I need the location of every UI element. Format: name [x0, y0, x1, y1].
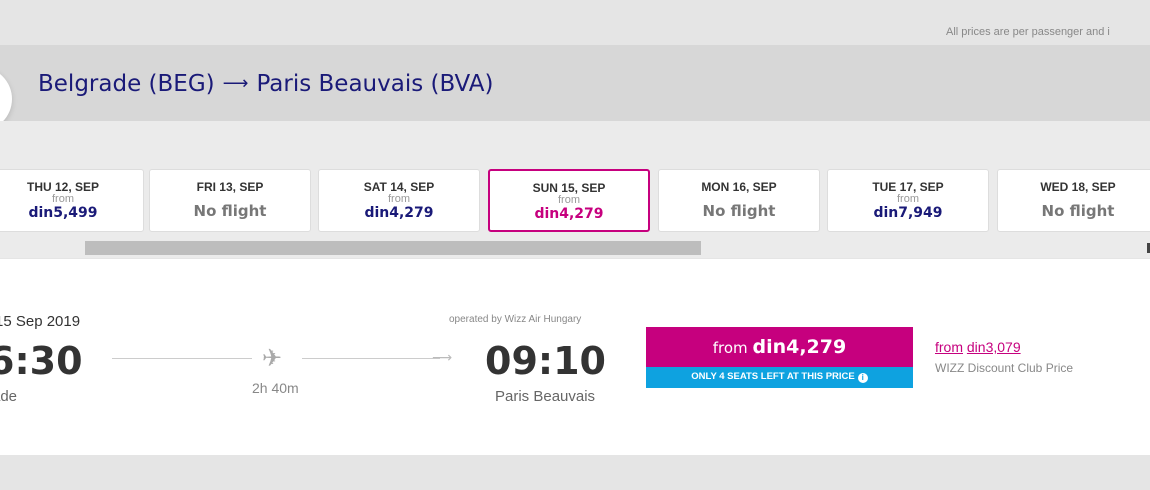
date-scrollbar[interactable] — [0, 241, 1150, 255]
route-arrow-icon: ⟶ — [222, 73, 249, 94]
route-line — [302, 358, 440, 359]
date-card-sun-15-selected[interactable]: SUN 15, SEP from din4,279 — [488, 169, 650, 232]
no-flight-label: No flight — [1041, 202, 1115, 220]
date-card-fri-13[interactable]: FRI 13, SEP No flight — [149, 169, 311, 232]
departure-time: 6:30 — [0, 339, 83, 383]
date-card-day: TUE 17, SEP — [872, 180, 944, 194]
date-card-tue-17[interactable]: TUE 17, SEP from din7,949 — [827, 169, 989, 232]
date-card-from: from — [388, 193, 410, 205]
route-title: Belgrade (BEG) ⟶ Paris Beauvais (BVA) — [38, 71, 494, 97]
club-price: din3,079 — [966, 339, 1021, 355]
date-card-from: from — [558, 194, 580, 206]
arrow-right-icon: ⟶ — [432, 350, 453, 366]
fare-price: din4,279 — [752, 336, 847, 358]
arrival-city: Paris Beauvais — [495, 388, 596, 405]
date-card-wed-18[interactable]: WED 18, SEP No flight — [997, 169, 1150, 232]
date-card-price: din7,949 — [873, 205, 943, 221]
date-card-day: THU 12, SEP — [26, 180, 100, 194]
flight-duration: 2h 40m — [252, 380, 299, 396]
route-header: Belgrade (BEG) ⟶ Paris Beauvais (BVA) — [0, 45, 1150, 131]
select-fare-button[interactable]: from din4,279 ONLY 4 SEATS LEFT AT THIS … — [646, 327, 913, 388]
departure-city: ade — [0, 388, 18, 405]
date-card-day: SUN 15, SEP — [532, 181, 606, 195]
club-from-label: from — [935, 339, 963, 355]
flight-result-card: 15 Sep 2019 6:30 ade ✈ ⟶ 2h 40m operated… — [0, 259, 1150, 455]
date-card-from: from — [897, 193, 919, 205]
no-flight-label: No flight — [193, 202, 267, 220]
date-card-mon-16[interactable]: MON 16, SEP No flight — [658, 169, 820, 232]
fare-from-label: from — [712, 339, 748, 357]
seats-left-notice: ONLY 4 SEATS LEFT AT THIS PRICE i — [646, 367, 913, 388]
origin-label: Belgrade (BEG) — [38, 71, 215, 97]
destination-label: Paris Beauvais (BVA) — [256, 71, 494, 97]
plane-icon: ✈ — [262, 344, 283, 372]
fare-price-area: from din4,279 — [646, 327, 913, 367]
operated-by: operated by Wizz Air Hungary — [449, 314, 582, 325]
date-card-price: din4,279 — [364, 205, 434, 221]
date-card-day: SAT 14, SEP — [363, 180, 435, 194]
date-selector: THU 12, SEP from din5,499 FRI 13, SEP No… — [0, 121, 1150, 258]
flight-date: 15 Sep 2019 — [0, 313, 81, 330]
date-card-day: WED 18, SEP — [1040, 180, 1116, 194]
price-disclaimer: All prices are per passenger and i — [946, 26, 1110, 38]
date-card-day: FRI 13, SEP — [196, 180, 264, 194]
date-card-price: din5,499 — [28, 205, 98, 221]
no-flight-label: No flight — [702, 202, 776, 220]
route-line — [112, 358, 252, 359]
date-card-sat-14[interactable]: SAT 14, SEP from din4,279 — [318, 169, 480, 232]
date-card-day: MON 16, SEP — [701, 180, 777, 194]
info-icon[interactable]: i — [857, 373, 868, 383]
club-price-label: WIZZ Discount Club Price — [935, 361, 1074, 375]
scrollbar-thumb[interactable] — [85, 241, 701, 255]
club-price-link[interactable]: from din3,079 — [935, 339, 1021, 355]
arrival-time: 09:10 — [485, 339, 606, 383]
date-card-thu-12[interactable]: THU 12, SEP from din5,499 — [0, 169, 144, 232]
date-card-from: from — [52, 193, 74, 205]
date-card-price: din4,279 — [534, 206, 604, 222]
seats-left-text: ONLY 4 SEATS LEFT AT THIS PRICE — [691, 371, 855, 382]
